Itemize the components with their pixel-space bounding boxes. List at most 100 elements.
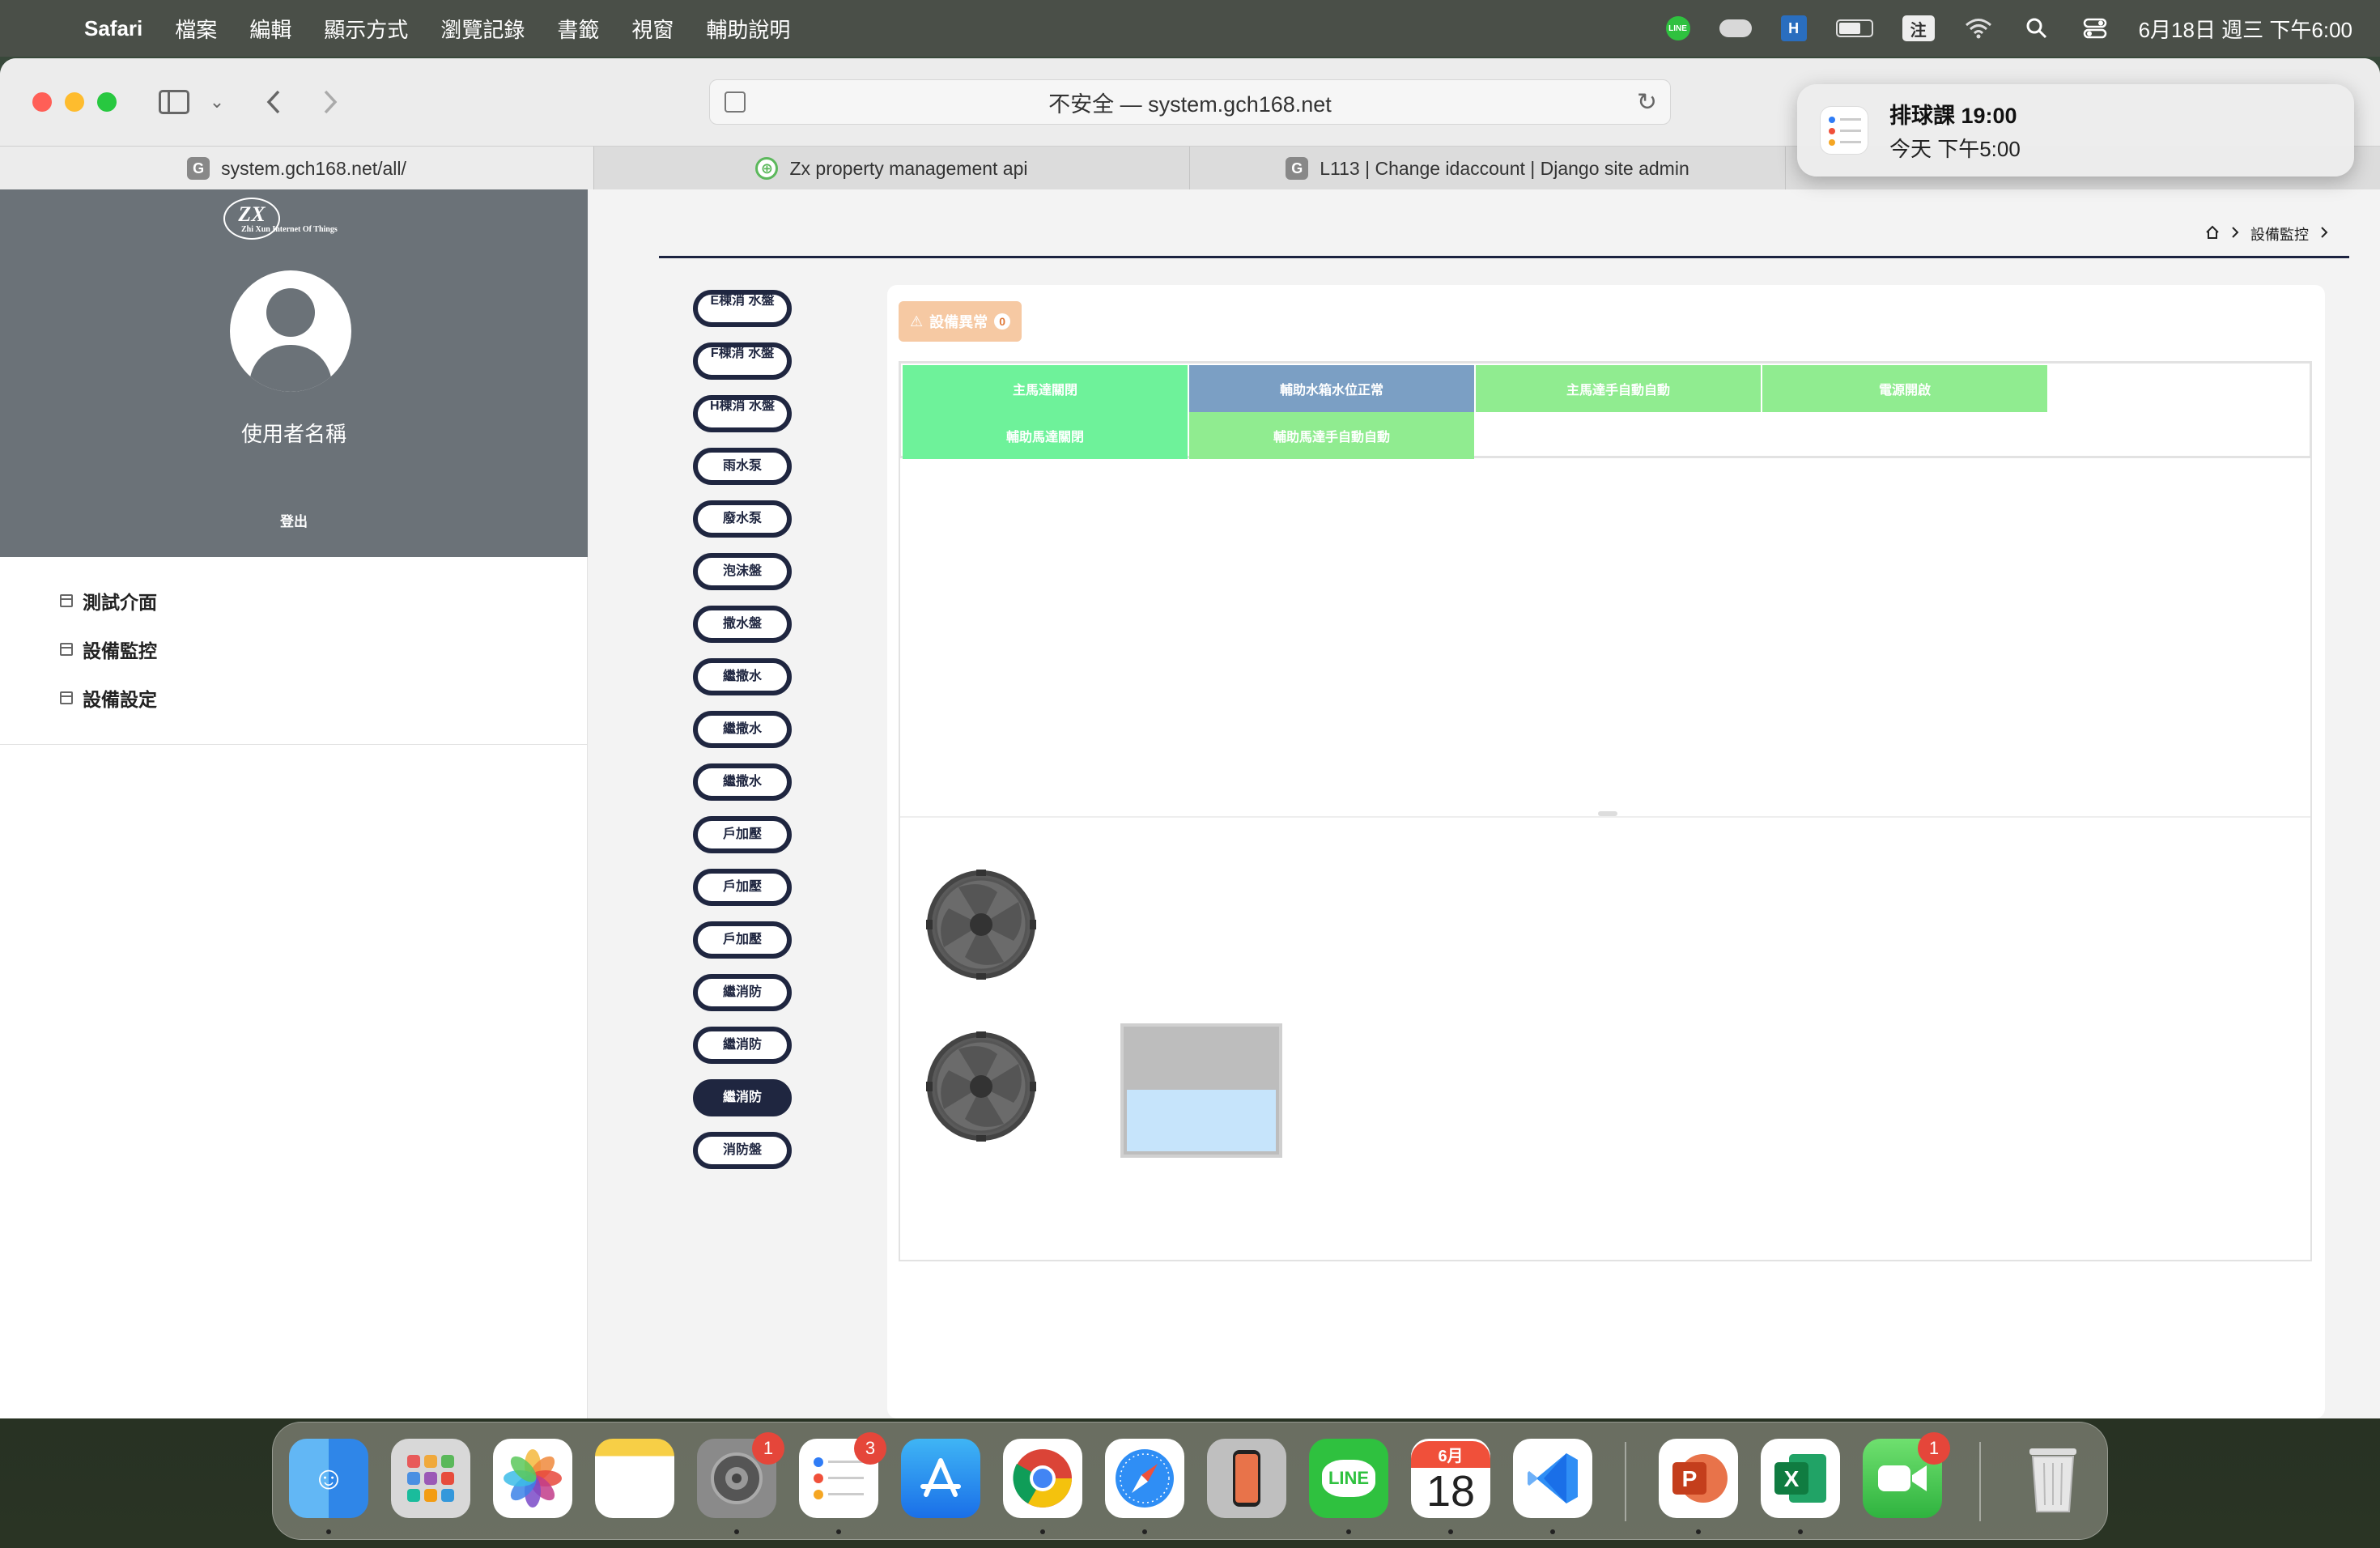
logout-link[interactable]: 登出	[0, 510, 588, 530]
monitor-panel: ⚠ 設備異常 0 主馬達關閉 輔助水箱水位正常 主馬達手自動自動 電源開啟 輔助馬達關閉…	[887, 285, 2325, 1418]
reload-icon[interactable]: ↻	[1637, 88, 1657, 117]
breadcrumb-current: 設備監控	[2250, 227, 2309, 243]
photos-icon[interactable]	[493, 1439, 572, 1518]
menu-help[interactable]: 輔助說明	[706, 14, 790, 44]
minimize-window-button[interactable]	[65, 92, 84, 112]
water-tank-icon[interactable]	[1120, 1023, 1282, 1158]
device-pill-button[interactable]: 繼消防	[693, 1027, 792, 1064]
device-pill-button[interactable]: 繼消防	[693, 974, 792, 1011]
control-center-icon[interactable]	[2080, 16, 2110, 40]
device-pill-button[interactable]: 雨水泵	[693, 448, 792, 485]
excel-icon[interactable]: X	[1761, 1439, 1840, 1518]
company-logo: ZX Zhi Xun Internet Of Things	[219, 196, 371, 243]
address-bar[interactable]: 不安全 — system.gch168.net ↻	[709, 79, 1671, 125]
menu-file[interactable]: 檔案	[175, 14, 217, 44]
zoom-window-button[interactable]	[97, 92, 117, 112]
sidebar-icon	[159, 90, 189, 114]
device-pill-button[interactable]: 戶加壓	[693, 816, 792, 853]
iphone-mirroring-icon[interactable]	[1207, 1439, 1286, 1518]
status-cell: 主馬達關閉	[903, 365, 1188, 412]
sidebar-item-test-interface[interactable]: 測試介面	[60, 585, 157, 617]
sidebar-item-device-monitor[interactable]: 設備監控	[60, 633, 157, 666]
menu-window[interactable]: 視窗	[631, 14, 674, 44]
system-settings-icon[interactable]: 1	[697, 1432, 784, 1518]
forward-button[interactable]	[316, 83, 345, 121]
powerpoint-icon[interactable]: P	[1659, 1439, 1738, 1518]
calendar-app-icon[interactable]: 6月 18	[1411, 1439, 1490, 1518]
avatar	[230, 270, 351, 392]
menu-view[interactable]: 顯示方式	[324, 14, 408, 44]
tab-label: L113 | Change idaccount | Django site ad…	[1320, 157, 1689, 179]
trash-icon[interactable]	[2013, 1439, 2093, 1518]
username-label: 使用者名稱	[240, 422, 346, 446]
close-window-button[interactable]	[32, 92, 52, 112]
app-sidebar: ZX Zhi Xun Internet Of Things 使用者名稱 登出 測…	[0, 189, 588, 1418]
page-menu-icon[interactable]	[725, 91, 746, 113]
web-page: ZX Zhi Xun Internet Of Things 使用者名稱 登出 測…	[0, 189, 2380, 1418]
sidebar-toggle-button[interactable]	[157, 83, 191, 121]
notes-icon[interactable]	[595, 1439, 674, 1518]
device-pill-button[interactable]: 消防盤	[693, 1132, 792, 1169]
fan-icon[interactable]	[924, 868, 1038, 981]
tab-django-admin[interactable]: G L113 | Change idaccount | Django site …	[1190, 147, 1786, 190]
header-divider	[659, 256, 2349, 258]
status-cell: 輔助馬達關閉	[903, 412, 1188, 459]
menu-bar: Safari 檔案 編輯 顯示方式 瀏覽記錄 書籤 視窗 輔助說明 LINE H…	[0, 0, 2380, 57]
device-pill-button[interactable]: 戶加壓	[693, 921, 792, 959]
menu-clock[interactable]: 6月18日 週三 下午6:00	[2139, 14, 2352, 44]
status-cell: 輔助水箱水位正常	[1189, 365, 1474, 412]
fan-icon[interactable]	[924, 1030, 1038, 1143]
resize-handle[interactable]	[1598, 811, 1617, 816]
home-icon[interactable]	[2205, 225, 2220, 244]
spotlight-search-icon[interactable]	[2022, 16, 2051, 40]
breadcrumb-separator-icon	[2320, 226, 2328, 243]
finder-icon[interactable]: ☺	[289, 1439, 368, 1518]
device-pill-button[interactable]: 繼撒水	[693, 658, 792, 695]
wifi-icon[interactable]	[1964, 16, 1993, 40]
menu-history[interactable]: 瀏覽記錄	[440, 14, 525, 44]
equipment-canvas	[899, 458, 2312, 1261]
device-pill-button[interactable]: 泡沫盤	[693, 553, 792, 590]
device-pill-button[interactable]: 戶加壓	[693, 869, 792, 906]
launchpad-icon[interactable]	[391, 1439, 470, 1518]
tab-zx-api[interactable]: ⊕ Zx property management api	[594, 147, 1190, 190]
chrome-icon[interactable]	[1003, 1439, 1082, 1518]
device-pill-button[interactable]: E棟消 水盤	[693, 290, 792, 327]
menu-app-name[interactable]: Safari	[84, 16, 142, 41]
sidebar-item-device-settings[interactable]: 設備設定	[60, 682, 157, 714]
device-pill-button[interactable]: H棟消 水盤	[693, 395, 792, 432]
warning-badge[interactable]: ⚠ 設備異常 0	[899, 301, 1022, 342]
reminders-icon[interactable]: 3	[799, 1432, 886, 1518]
line-app-icon[interactable]: LINE	[1309, 1439, 1388, 1518]
svg-text:P: P	[1682, 1466, 1698, 1491]
app-store-icon[interactable]	[901, 1439, 980, 1518]
notification-body: 今天 下午5:00	[1889, 137, 2021, 161]
device-pill-button[interactable]: F棟消 水盤	[693, 342, 792, 380]
facetime-icon[interactable]: 1	[1863, 1432, 1950, 1518]
menu-edit[interactable]: 編輯	[249, 14, 291, 44]
menu-bookmarks[interactable]: 書籤	[557, 14, 599, 44]
reminders-app-icon	[1820, 106, 1868, 155]
status-grid: 主馬達關閉 輔助水箱水位正常 主馬達手自動自動 電源開啟 輔助馬達關閉 輔助馬達手自動自動	[899, 361, 2312, 459]
app-status-icon[interactable]: H	[1780, 15, 1807, 41]
device-pill-button[interactable]: 繼消防	[693, 1079, 792, 1116]
tab-favicon: G	[187, 157, 210, 180]
device-pill-button[interactable]: 撒水盤	[693, 606, 792, 643]
vscode-icon[interactable]	[1513, 1439, 1592, 1518]
tab-system-all[interactable]: G system.gch168.net/all/	[0, 147, 594, 190]
cloud-icon[interactable]	[1719, 19, 1752, 37]
svg-text:X: X	[1784, 1466, 1800, 1491]
safari-icon[interactable]	[1105, 1439, 1184, 1518]
calendar-icon	[60, 594, 73, 607]
input-method-indicator[interactable]: 注	[1902, 15, 1935, 41]
back-button[interactable]	[259, 83, 288, 121]
line-status-icon[interactable]: LINE	[1665, 16, 1690, 40]
device-pill-button[interactable]: 廢水泵	[693, 500, 792, 538]
device-pill-button[interactable]: 繼撒水	[693, 763, 792, 801]
warning-label: 設備異常	[929, 314, 988, 330]
chevron-down-icon[interactable]: ⌄	[207, 83, 227, 121]
battery-icon[interactable]	[1835, 19, 1873, 37]
device-pill-button[interactable]: 繼撒水	[693, 711, 792, 748]
reminder-notification[interactable]: 排球課 19:00 今天 下午5:00	[1797, 84, 2354, 176]
main-content: 設備監控 E棟消 水盤 F棟消 水盤 H棟消 水盤 雨水泵 廢水泵 泡沫盤 撒水盤 繼撒水 繼撒…	[588, 189, 2380, 1418]
